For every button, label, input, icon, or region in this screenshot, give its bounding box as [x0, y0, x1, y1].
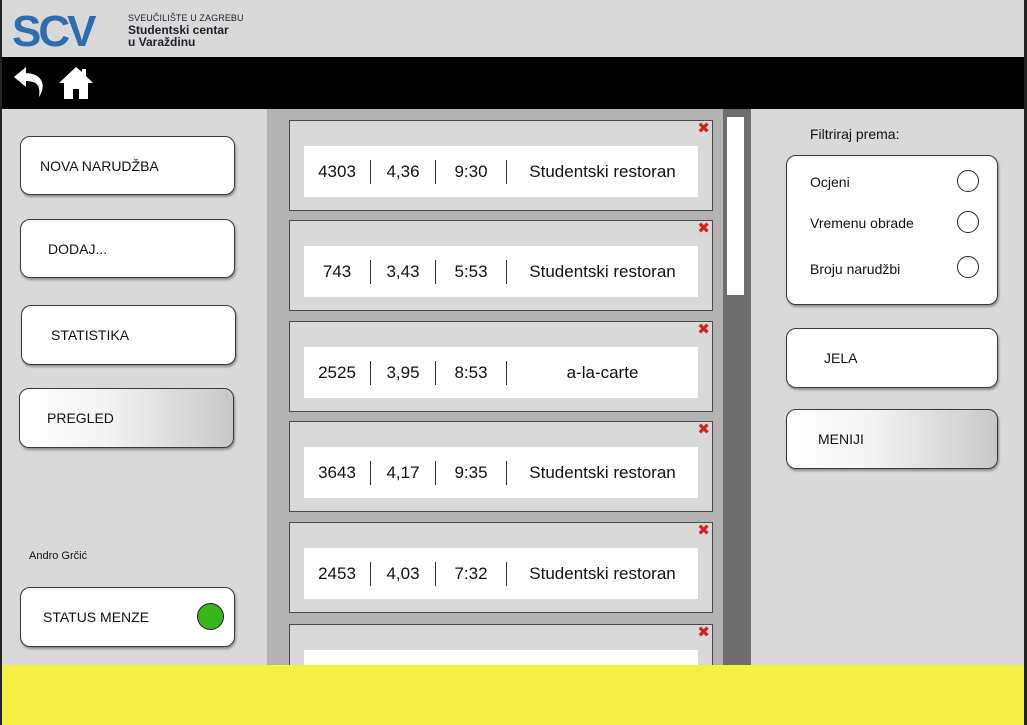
order-card[interactable]: ✖ 743 3,43 5:53 Studentski restoran — [289, 220, 713, 311]
order-time: 9:30 — [454, 161, 488, 181]
order-row: 4303 4,36 9:30 Studentski restoran — [304, 146, 698, 197]
remove-order-icon[interactable]: ✖ — [697, 219, 710, 237]
new-order-label: NOVA NARUDŽBA — [40, 157, 159, 174]
canteen-status-label: STATUS MENZE — [43, 609, 150, 625]
statistics-button[interactable]: STATISTIKA — [21, 305, 236, 365]
remove-order-icon[interactable]: ✖ — [697, 320, 710, 338]
order-card[interactable]: ✖ 4303 4,36 9:30 Studentski restoran — [289, 120, 713, 211]
add-button[interactable]: DODAJ... — [20, 219, 235, 278]
add-label: DODAJ... — [48, 240, 108, 257]
filter-option-processing-time: Vremenu obrade — [810, 215, 914, 231]
remove-order-icon[interactable]: ✖ — [697, 521, 710, 539]
filter-radio-order-count[interactable] — [957, 256, 979, 278]
order-id: 2525 — [318, 362, 356, 382]
overview-label: PREGLED — [47, 410, 114, 426]
remove-order-icon[interactable]: ✖ — [697, 623, 710, 641]
canteen-status-button[interactable]: STATUS MENZE — [20, 587, 235, 647]
order-id: 4303 — [318, 161, 356, 181]
order-card[interactable]: ✖ 2525 3,95 8:53 a-la-carte — [289, 321, 713, 412]
order-card[interactable]: ✖ — [289, 624, 713, 665]
orders-scrollbar[interactable] — [723, 109, 751, 665]
dishes-label: JELA — [824, 350, 858, 366]
status-indicator — [197, 603, 224, 630]
order-place: a-la-carte — [566, 362, 639, 382]
order-row — [304, 650, 698, 665]
filter-option-order-count: Broju narudžbi — [810, 261, 901, 277]
order-rating: 4,17 — [386, 462, 420, 482]
order-id: 2453 — [318, 563, 356, 583]
menus-button[interactable]: MENIJI — [786, 409, 998, 469]
new-order-button[interactable]: NOVA NARUDŽBA — [20, 136, 235, 195]
order-place: Studentski restoran — [529, 161, 676, 181]
order-id: 743 — [322, 261, 352, 281]
dishes-button[interactable]: JELA — [786, 328, 998, 388]
svg-text:SCV: SCV — [12, 8, 97, 52]
navbar — [2, 57, 1024, 109]
order-rating: 3,43 — [386, 261, 420, 281]
scv-logo-icon: SCV — [12, 8, 100, 52]
order-time: 5:53 — [454, 261, 488, 281]
order-row: 743 3,43 5:53 Studentski restoran — [304, 246, 698, 297]
scrollbar-thumb[interactable] — [727, 117, 744, 295]
user-name: Andro Grčić — [29, 550, 88, 562]
order-time: 7:32 — [454, 563, 488, 583]
order-row: 2453 4,03 7:32 Studentski restoran — [304, 548, 698, 599]
order-rating: 3,95 — [386, 362, 420, 382]
back-arrow-icon[interactable] — [10, 63, 50, 103]
remove-order-icon[interactable]: ✖ — [697, 119, 710, 137]
order-card[interactable]: ✖ 2453 4,03 7:32 Studentski restoran — [289, 522, 713, 613]
menus-label: MENIJI — [818, 431, 864, 447]
header: SCV SVEUČILIŠTE U ZAGREBU Studentski cen… — [2, 0, 1024, 57]
order-place: Studentski restoran — [529, 261, 676, 281]
filter-title: Filtriraj prema: — [810, 126, 900, 142]
order-rating: 4,36 — [386, 161, 420, 181]
filter-radio-processing-time[interactable] — [957, 211, 979, 233]
app-frame: SCV SVEUČILIŠTE U ZAGREBU Studentski cen… — [2, 0, 1024, 725]
order-card[interactable]: ✖ 3643 4,17 9:35 Studentski restoran — [289, 421, 713, 512]
order-id: 3643 — [318, 462, 356, 482]
order-place: Studentski restoran — [529, 462, 676, 482]
order-place: Studentski restoran — [529, 563, 676, 583]
filter-panel: Ocjeni Vremenu obrade Broju narudžbi — [786, 155, 998, 305]
orders-list[interactable]: ✖ 4303 4,36 9:30 Studentski restoran ✖ 7… — [267, 109, 723, 665]
filter-radio-rating[interactable] — [957, 170, 979, 192]
order-row: 3643 4,17 9:35 Studentski restoran — [304, 447, 698, 498]
order-rating: 4,03 — [386, 563, 420, 583]
statistics-label: STATISTIKA — [51, 327, 130, 343]
order-time: 8:53 — [454, 362, 488, 382]
remove-order-icon[interactable]: ✖ — [697, 420, 710, 438]
footer-bar — [2, 665, 1024, 725]
order-time: 9:35 — [454, 462, 488, 482]
filter-option-rating: Ocjeni — [810, 174, 850, 190]
order-row: 2525 3,95 8:53 a-la-carte — [304, 347, 698, 398]
logo-city: u Varaždinu — [128, 35, 196, 49]
logo-text: SVEUČILIŠTE U ZAGREBU Studentski centar … — [128, 12, 244, 48]
home-icon[interactable] — [56, 63, 96, 103]
overview-button[interactable]: PREGLED — [19, 388, 234, 448]
